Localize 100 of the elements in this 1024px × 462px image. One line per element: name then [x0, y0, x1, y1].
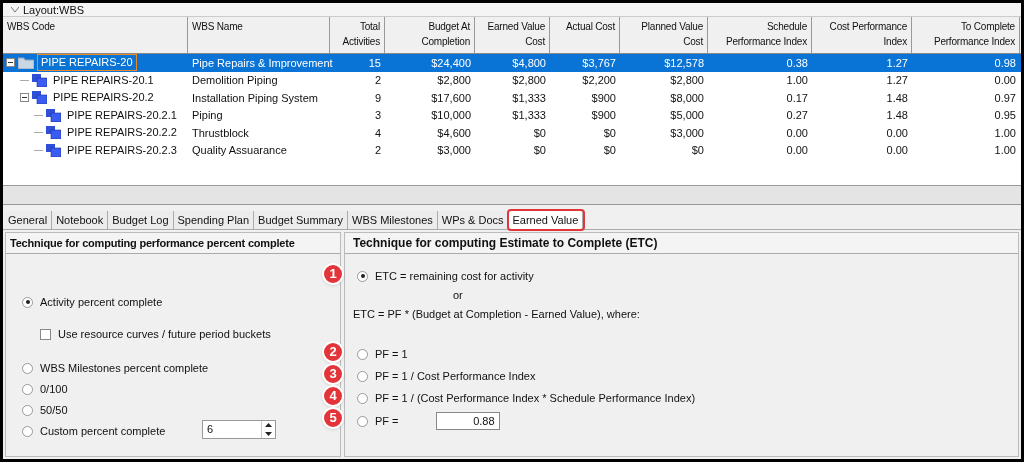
option-label: Activity percent complete: [40, 295, 163, 310]
tab[interactable]: Spending Plan: [173, 211, 255, 229]
table-cell-text: 0.38: [785, 55, 809, 71]
spin-up-icon[interactable]: [265, 423, 272, 428]
table-row[interactable]: PIPE REPAIRS-20.2 Installation Piping System 9 $17,600 $1,333 $900 $8,000 0.17 1.48 0.97: [3, 89, 1021, 107]
spin-field[interactable]: 6: [202, 420, 276, 439]
table-cell-text: $900: [590, 90, 617, 106]
wbs-code: PIPE REPAIRS-20.2.1: [66, 107, 178, 123]
column-header[interactable]: Schedule Performance Index: [708, 17, 812, 53]
option-label: Use resource curves / future period buckets: [58, 327, 271, 342]
radio-button[interactable]: [22, 296, 33, 308]
spin-down-icon[interactable]: [265, 431, 272, 436]
radio-button[interactable]: [357, 392, 368, 404]
option-label: PF = 1 / (Cost Performance Index * Schedule Performance Index): [375, 391, 696, 406]
option-label: PF = 1: [375, 347, 408, 362]
table-row[interactable]: PIPE REPAIRS-20.2.1 Piping 3 $10,000 $1,333 $900 $5,000 0.27 1.48 0.95: [3, 106, 1021, 124]
column-header[interactable]: WBS Code: [3, 17, 188, 53]
column-header[interactable]: Cost Performance Index: [812, 17, 912, 53]
table-cell-text: 9: [373, 90, 382, 106]
table-cell-text: $10,000: [430, 108, 472, 123]
column-header[interactable]: Actual Cost: [550, 17, 620, 53]
table-cell-text: $0: [602, 125, 617, 141]
table-cell-text: 0.17: [785, 90, 809, 106]
tab[interactable]: Earned Value: [508, 211, 584, 229]
wbs-name: Demolition Piping: [191, 73, 279, 88]
option-label: PF = 1 / Cost Performance Index: [375, 369, 536, 384]
option-label: ETC = remaining cost for activity: [375, 269, 534, 284]
column-header[interactable]: WBS Name: [188, 17, 330, 53]
table-cell-text: 0.00: [993, 73, 1017, 88]
table-cell-text: $0: [532, 143, 547, 158]
option-label: Custom percent complete: [40, 424, 166, 439]
table-cell-text: 1.00: [993, 143, 1017, 158]
table-cell-text: 0.98: [993, 55, 1017, 71]
radio-button[interactable]: [357, 370, 368, 382]
tab[interactable]: General: [4, 211, 53, 229]
checkbox[interactable]: [40, 328, 51, 340]
wbs-name: Quality Assuarance: [191, 143, 288, 158]
table-cell-text: 0.27: [785, 108, 809, 123]
column-header[interactable]: Total Activities: [330, 17, 385, 53]
column-header[interactable]: Earned Value Cost: [475, 17, 550, 53]
collapse-caret-icon[interactable]: [11, 6, 19, 13]
number-badge: 1: [322, 263, 344, 285]
radio-button[interactable]: [22, 404, 33, 416]
layout-label: Layout:WBS: [23, 3, 85, 17]
tab[interactable]: Budget Log: [108, 211, 174, 229]
radio-button[interactable]: [22, 383, 33, 395]
tab[interactable]: Budget Summary: [254, 211, 349, 229]
table-row[interactable]: PIPE REPAIRS-20.1 Demolition Piping 2 $2,800 $2,800 $2,200 $2,800 1.00 1.27 0.00: [3, 71, 1021, 89]
input-field[interactable]: 0.88: [435, 412, 500, 430]
table-cell-text: $4,800: [511, 55, 547, 71]
panel-title: Technique for computing performance percent complete: [6, 233, 340, 254]
selected-row[interactable]: PIPE REPAIRS-20 Pipe Repairs & Improvement 15 $24,400 $4,800 $3,767 $12,578 0.38 1.27 0.98: [3, 54, 1021, 72]
table-cell-text: $2,200: [581, 73, 617, 88]
formula-text: ETC = PF * (Budget at Completion - Earned Value), where:: [353, 307, 640, 322]
column-header[interactable]: To Complete Performance Index: [912, 17, 1020, 53]
wbs-name: Thrustblock: [191, 125, 250, 141]
table-cell-text: 0.97: [993, 90, 1017, 106]
wbs-code: PIPE REPAIRS-20.2.3: [66, 142, 178, 158]
table-cell-text: $2,800: [436, 73, 472, 88]
table-cell-text: 1.00: [993, 125, 1017, 141]
table-cell-text: $3,000: [669, 125, 705, 141]
tab[interactable]: Notebook: [52, 211, 109, 229]
wbs-name: Installation Piping System: [191, 90, 319, 106]
wbs-blocks-icon: [46, 108, 61, 122]
option-label: 50/50: [40, 403, 68, 418]
table-cell-text: $900: [590, 108, 617, 123]
wbs-name: Piping: [191, 108, 224, 123]
option-label: 0/100: [40, 382, 68, 397]
splitter-bar[interactable]: [3, 185, 1021, 205]
column-header[interactable]: Planned Value Cost: [620, 17, 708, 53]
radio-button[interactable]: [22, 362, 33, 374]
table-cell-text: $8,000: [669, 90, 705, 106]
number-badge: 3: [322, 363, 344, 385]
table-cell-text: 0.95: [993, 108, 1017, 123]
number-badge: 4: [322, 385, 344, 407]
table-cell-text: $0: [602, 143, 617, 158]
table-cell-text: 1.48: [885, 90, 909, 106]
radio-button[interactable]: [357, 415, 368, 427]
table-cell-text: 0.00: [885, 143, 909, 158]
table-cell-text: 1.48: [885, 108, 909, 123]
collapse-toggle-icon[interactable]: [20, 93, 29, 103]
table-cell-text: $2,800: [669, 73, 705, 88]
radio-button[interactable]: [357, 348, 368, 360]
radio-button[interactable]: [22, 425, 33, 437]
table-cell-text: 2: [373, 143, 382, 158]
table-cell-text: $2,800: [511, 73, 547, 88]
table-cell-text: $0: [532, 125, 547, 141]
folder-icon: [18, 56, 34, 69]
number-badge: 5: [322, 407, 344, 429]
table-cell-text: $0: [690, 143, 705, 158]
column-header[interactable]: Budget At Completion: [385, 17, 475, 53]
radio-button[interactable]: [357, 270, 368, 282]
table-cell-text: $1,333: [511, 90, 547, 106]
table-row[interactable]: PIPE REPAIRS-20.2.3 Quality Assuarance 2 $3,000 $0 $0 $0 0.00 0.00 1.00: [3, 141, 1021, 159]
table-cell-text: $4,600: [436, 125, 472, 141]
table-cell-text: 1.27: [885, 73, 909, 88]
tab[interactable]: WBS Milestones: [348, 211, 438, 229]
table-row[interactable]: PIPE REPAIRS-20.2.2 Thrustblock 4 $4,600 $0 $0 $3,000 0.00 0.00 1.00: [3, 124, 1021, 142]
collapse-toggle-icon[interactable]: [6, 58, 15, 68]
tab[interactable]: WPs & Docs: [437, 211, 509, 229]
